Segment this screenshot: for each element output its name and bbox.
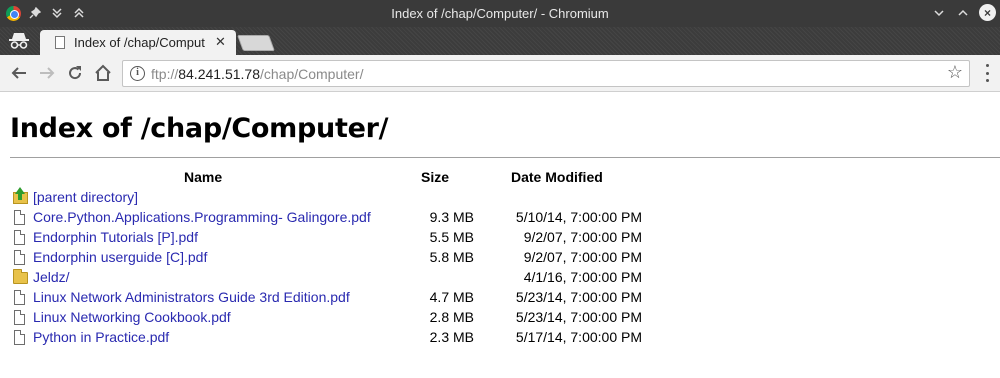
entry-link[interactable]: Python in Practice.pdf xyxy=(33,329,169,345)
forward-arrow-icon xyxy=(40,67,55,79)
url-path: /chap/Computer/ xyxy=(259,66,364,82)
info-icon[interactable]: i xyxy=(130,66,145,81)
list-item: Linux Networking Cookbook.pdf 2.8 MB 5/23/… xyxy=(10,308,650,328)
file-icon xyxy=(12,290,26,306)
list-item: Jeldz/4/1/16, 7:00:00 PM xyxy=(10,268,650,288)
file-icon xyxy=(12,250,26,266)
url-scheme: ftp:// xyxy=(151,66,179,82)
tab-strip: Index of /chap/Comput ✕ xyxy=(0,27,1000,55)
window-titlebar: Index of /chap/Computer/ - Chromium × xyxy=(0,0,1000,27)
list-item: Linux Network Administrators Guide 3rd E… xyxy=(10,288,650,308)
new-tab-button[interactable] xyxy=(237,35,275,51)
url-host: 84.241.51.78 xyxy=(178,66,260,82)
back-arrow-icon xyxy=(11,67,26,79)
page-title: Index of /chap/Computer/ xyxy=(10,113,389,144)
entry-link[interactable]: Linux Networking Cookbook.pdf xyxy=(33,309,231,325)
file-icon xyxy=(12,310,26,326)
entry-date: 4/1/16, 7:00:00 PM xyxy=(523,269,642,285)
entry-date: 5/17/14, 7:00:00 PM xyxy=(515,329,642,345)
list-item: Endorphin Tutorials [P].pdf 5.5 MB 9/2/07,… xyxy=(10,228,650,248)
file-icon xyxy=(12,230,26,246)
bookmark-star-icon[interactable]: ☆ xyxy=(947,62,963,83)
entry-date: 5/23/14, 7:00:00 PM xyxy=(515,289,642,305)
entry-size: 5.8 MB xyxy=(429,249,474,265)
column-header-name[interactable]: Name xyxy=(184,169,222,185)
file-icon xyxy=(12,330,26,346)
tab-close-button[interactable]: ✕ xyxy=(212,34,229,50)
list-item: Core.Python.Applications.Programming- Ga… xyxy=(10,208,650,228)
entry-size: 4.7 MB xyxy=(429,289,474,305)
divider xyxy=(10,157,1000,158)
list-item: Python in Practice.pdf 2.3 MB 5/17/14, 7:0… xyxy=(10,328,650,348)
entry-size: 9.3 MB xyxy=(429,209,474,225)
entry-link[interactable]: [parent directory] xyxy=(33,189,138,205)
page-content: Index of /chap/Computer/ Name Size Date … xyxy=(0,93,1000,378)
entry-link[interactable]: Core.Python.Applications.Programming- Ga… xyxy=(33,209,371,225)
entry-date: 5/23/14, 7:00:00 PM xyxy=(515,309,642,325)
reload-button[interactable] xyxy=(65,63,85,83)
window-title: Index of /chap/Computer/ - Chromium xyxy=(391,6,609,21)
entry-size: 2.8 MB xyxy=(429,309,474,325)
window-close-button[interactable]: × xyxy=(979,4,996,21)
browser-toolbar: i ftp://84.241.51.78/chap/Computer/ ☆ xyxy=(0,55,1000,92)
list-item: [parent directory] xyxy=(10,187,650,208)
entry-size: 2.3 MB xyxy=(429,329,474,345)
home-button[interactable] xyxy=(93,63,113,83)
back-button[interactable] xyxy=(9,63,29,83)
tab-active[interactable]: Index of /chap/Comput ✕ xyxy=(40,30,236,55)
entry-link[interactable]: Linux Network Administrators Guide 3rd E… xyxy=(33,289,350,305)
minimize-icon[interactable] xyxy=(931,5,947,21)
tab-title: Index of /chap/Comput xyxy=(74,35,205,50)
home-icon xyxy=(95,64,111,81)
address-bar[interactable]: i ftp://84.241.51.78/chap/Computer/ ☆ xyxy=(122,60,970,87)
forward-button[interactable] xyxy=(37,63,57,83)
entry-date: 9/2/07, 7:00:00 PM xyxy=(523,229,642,245)
file-icon xyxy=(12,210,26,226)
reload-icon xyxy=(69,66,82,80)
browser-menu-button[interactable] xyxy=(984,64,990,82)
url-text[interactable]: ftp://84.241.51.78/chap/Computer/ xyxy=(151,66,363,82)
maximize-icon[interactable] xyxy=(955,5,971,21)
entry-size: 5.5 MB xyxy=(429,229,474,245)
entry-link[interactable]: Jeldz/ xyxy=(33,269,70,285)
column-header-date[interactable]: Date Modified xyxy=(511,169,603,185)
entry-date: 9/2/07, 7:00:00 PM xyxy=(523,249,642,265)
column-header-size[interactable]: Size xyxy=(421,169,449,185)
entry-link[interactable]: Endorphin userguide [C].pdf xyxy=(33,249,207,265)
up-folder-icon xyxy=(12,187,28,206)
list-item: Endorphin userguide [C].pdf 5.8 MB 9/2/07,… xyxy=(10,248,650,268)
page-icon xyxy=(55,36,65,49)
entry-link[interactable]: Endorphin Tutorials [P].pdf xyxy=(33,229,198,245)
entry-date: 5/10/14, 7:00:00 PM xyxy=(515,209,642,225)
incognito-icon xyxy=(8,32,30,50)
folder-icon xyxy=(12,269,28,286)
